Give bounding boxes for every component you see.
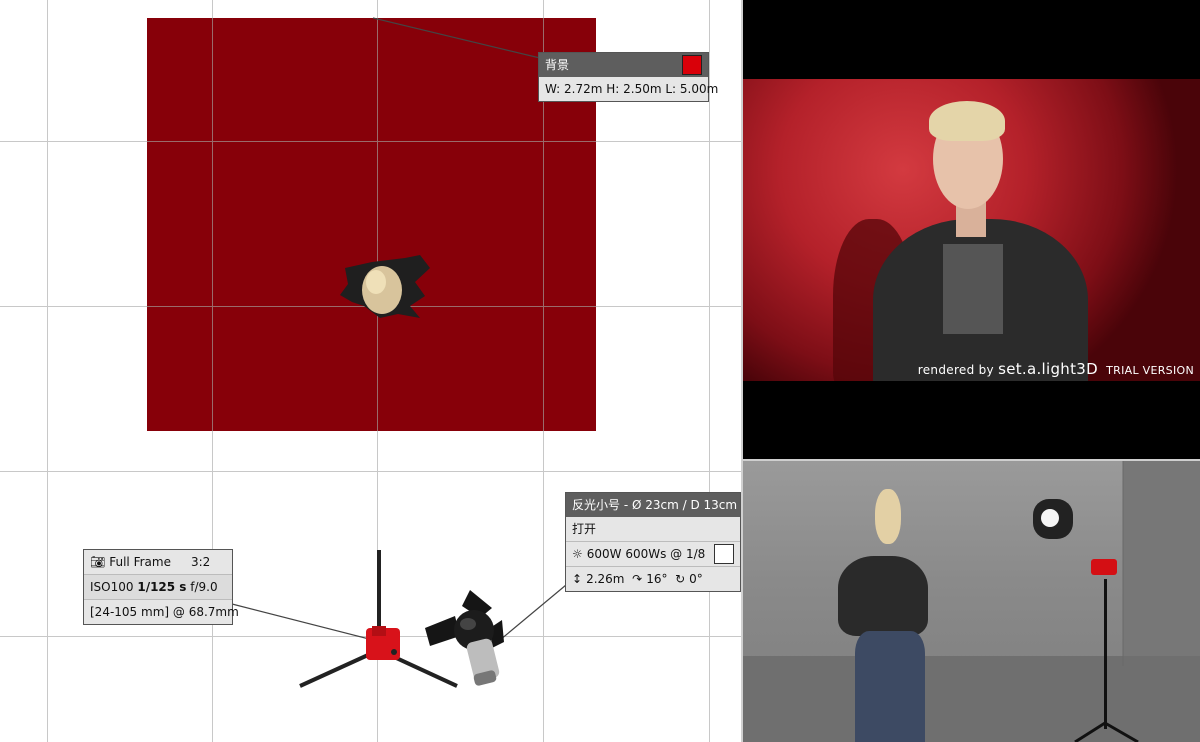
light-state: 打开 xyxy=(572,522,597,536)
render-preview[interactable]: rendered by set.a.light3D TRIAL VERSION xyxy=(743,0,1200,459)
perspective-3d-view[interactable] xyxy=(743,461,1200,742)
light-info-panel[interactable]: 反光小号 - Ø 23cm / D 13cm 打开 ☼ 600W 600Ws @… xyxy=(565,492,741,592)
height-icon: ↕ xyxy=(572,572,583,586)
leader-line xyxy=(231,603,374,641)
model-hair xyxy=(929,101,1005,141)
rendered-photo: rendered by set.a.light3D TRIAL VERSION xyxy=(743,79,1200,381)
camera-sensor: Full Frame xyxy=(109,555,171,569)
model-shirt xyxy=(943,244,1003,334)
camera-info-panel[interactable]: 📷︎ Full Frame 3:2 ISO100 1/125 s f/9.0 [… xyxy=(83,549,239,625)
camera-aperture: f/9.0 xyxy=(190,580,218,594)
rotation-icon: ↻ xyxy=(675,572,686,586)
plan-overlay xyxy=(231,17,567,688)
light-power: 600W 600Ws @ 1/8 xyxy=(586,547,706,561)
background-dimensions: W: 2.72m H: 2.50m L: 5.00m xyxy=(545,82,719,96)
light-rotation: 0° xyxy=(689,572,703,586)
leader-line xyxy=(372,17,541,59)
watermark-brand-suffix: 3D xyxy=(1076,360,1098,378)
tilt-icon: ↷ xyxy=(632,572,643,586)
background-color-swatch[interactable] xyxy=(682,55,702,75)
camera-aspect: 3:2 xyxy=(190,555,211,569)
watermark-brand: set.a.light xyxy=(998,360,1077,378)
light-color-swatch[interactable] xyxy=(714,544,734,564)
camera-lens: [24-105 mm] @ 68.7mm xyxy=(84,599,239,624)
camera-tripod[interactable] xyxy=(299,550,458,688)
background-info-panel[interactable]: 背景 W: 2.72m H: 2.50m L: 5.00m xyxy=(538,52,719,102)
floor-plan-view[interactable]: 背景 W: 2.72m H: 2.50m L: 5.00m 📷︎ Full Fr… xyxy=(0,0,742,742)
watermark-trial: TRIAL VERSION xyxy=(1106,364,1194,377)
light-tilt: 16° xyxy=(646,572,668,586)
strobe-light[interactable] xyxy=(425,590,504,686)
render-watermark: rendered by set.a.light3D TRIAL VERSION xyxy=(918,360,1194,378)
camera-iso: ISO100 xyxy=(90,580,134,594)
light-title: 反光小号 - Ø 23cm / D 13cm xyxy=(566,493,740,517)
camera-icon: 📷︎ xyxy=(90,555,106,569)
background-title: 背景 xyxy=(545,58,570,72)
model-figure[interactable] xyxy=(340,255,430,318)
watermark-prefix: rendered by xyxy=(917,363,994,377)
light-power-icon: ☼ xyxy=(572,547,583,561)
light-height: 2.26m xyxy=(586,572,625,586)
perspective-overlay xyxy=(1074,461,1139,742)
camera-shutter: 1/125 s xyxy=(137,580,187,594)
